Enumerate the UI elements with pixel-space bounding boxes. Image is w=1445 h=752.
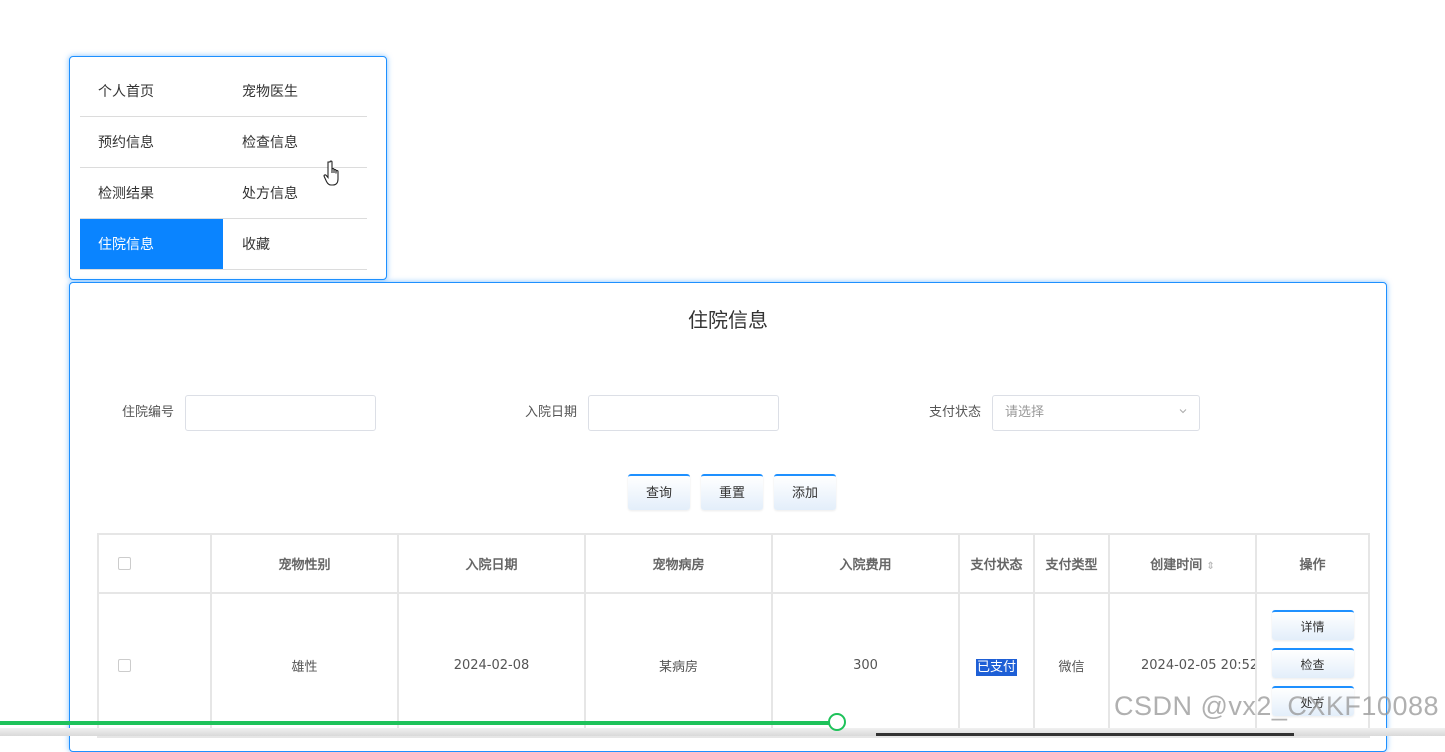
menu-item-favorites[interactable]: 收藏 xyxy=(223,219,367,269)
add-button[interactable]: 添加 xyxy=(774,474,836,510)
cell-admit-date: 2024-02-08 xyxy=(397,592,586,738)
blank-header xyxy=(150,533,212,594)
hospitalization-panel: 住院信息 住院编号 入院日期 支付状态 请选择 查询 重置 添加 宠物性别 入院… xyxy=(69,282,1387,752)
header-created[interactable]: 创建时间 ⇕ xyxy=(1108,533,1257,594)
pay-status-text: 已支付 xyxy=(975,658,1017,676)
header-ward: 宠物病房 xyxy=(584,533,773,594)
cell-pay-type: 微信 xyxy=(1033,592,1110,738)
menu-item-appointment[interactable]: 预约信息 xyxy=(80,117,223,167)
row-checkbox[interactable] xyxy=(118,658,131,672)
hospitalization-id-input[interactable] xyxy=(185,395,376,431)
table-header-row: 宠物性别 入院日期 宠物病房 入院费用 支付状态 支付类型 创建时间 ⇕ 操作 xyxy=(97,533,1370,594)
menu-item-home[interactable]: 个人首页 xyxy=(80,66,223,116)
header-fee: 入院费用 xyxy=(771,533,960,594)
select-all-checkbox[interactable] xyxy=(118,557,131,570)
menu-row: 住院信息 收藏 xyxy=(80,219,367,270)
video-progress-bar[interactable] xyxy=(0,721,838,725)
row-select-cell xyxy=(97,592,150,738)
chevron-down-icon xyxy=(1179,409,1187,414)
sort-icon[interactable]: ⇕ xyxy=(1206,561,1214,572)
hand-pointer-cursor-icon xyxy=(323,160,339,186)
menu-item-prescription[interactable]: 处方信息 xyxy=(223,168,367,218)
check-button[interactable]: 检查 xyxy=(1271,648,1354,678)
query-button[interactable]: 查询 xyxy=(628,474,690,510)
cell-fee: 300 xyxy=(771,592,960,738)
created-time-text: 2024-02-05 20:52:4 xyxy=(1141,657,1254,673)
menu-item-test-results[interactable]: 检测结果 xyxy=(80,168,223,218)
admission-date-label: 入院日期 xyxy=(524,405,577,420)
admission-date-input[interactable] xyxy=(588,395,779,431)
video-progress-handle[interactable] xyxy=(828,713,846,731)
header-admit-date: 入院日期 xyxy=(397,533,586,594)
select-all-cell xyxy=(97,533,150,594)
menu-item-pet-doctor[interactable]: 宠物医生 xyxy=(223,66,367,116)
header-pay-status: 支付状态 xyxy=(958,533,1035,594)
header-ops: 操作 xyxy=(1255,533,1370,594)
cell-ward: 某病房 xyxy=(584,592,773,738)
header-pay-type: 支付类型 xyxy=(1033,533,1110,594)
reset-button[interactable]: 重置 xyxy=(701,474,763,510)
cell-gender: 雄性 xyxy=(210,592,399,738)
payment-status-select[interactable]: 请选择 xyxy=(992,395,1200,431)
payment-status-label: 支付状态 xyxy=(928,405,981,420)
page-title: 住院信息 xyxy=(688,308,768,332)
hospitalization-id-label: 住院编号 xyxy=(121,405,174,420)
watermark: CSDN @vx2_CXKF10088 xyxy=(1113,691,1439,721)
blank-cell xyxy=(150,592,212,738)
menu-row: 个人首页 宠物医生 xyxy=(80,66,367,117)
header-gender: 宠物性别 xyxy=(210,533,399,594)
menu-item-examination[interactable]: 检查信息 xyxy=(223,117,367,167)
cell-pay-status: 已支付 xyxy=(958,592,1035,738)
payment-status-placeholder: 请选择 xyxy=(1005,405,1045,420)
menu-item-hospitalization[interactable]: 住院信息 xyxy=(80,219,223,269)
detail-button[interactable]: 详情 xyxy=(1271,610,1354,640)
header-created-label: 创建时间 xyxy=(1150,558,1203,573)
